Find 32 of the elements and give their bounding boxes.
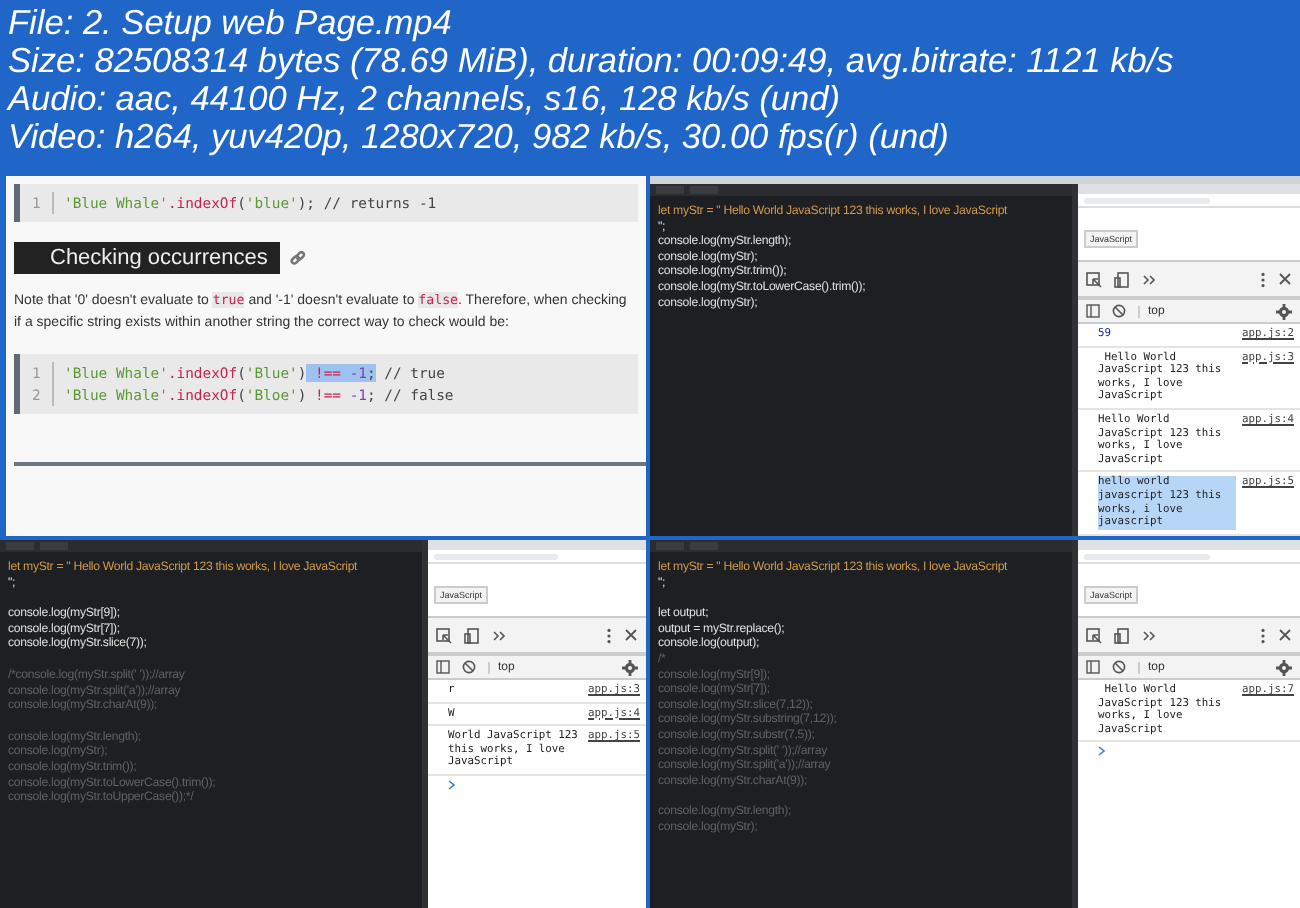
sidebar-icon[interactable] (1086, 660, 1100, 674)
chevrons-icon[interactable] (492, 627, 506, 643)
gear-icon[interactable] (622, 659, 638, 675)
info-line: File: 2. Setup web Page.mp4 (8, 4, 454, 42)
info-line: Audio: aac, 44100 Hz, 2 channels, s16, 128 kb/s (und) (8, 80, 842, 118)
close-icon[interactable] (624, 628, 638, 642)
device-icon[interactable] (1114, 271, 1130, 287)
gear-icon[interactable] (1276, 659, 1292, 675)
kebab-menu-icon[interactable] (1260, 271, 1266, 287)
chevrons-icon[interactable] (1142, 271, 1156, 287)
sidebar-icon[interactable] (1086, 304, 1100, 318)
close-icon[interactable] (1278, 272, 1292, 286)
inspect-icon[interactable] (1086, 627, 1102, 643)
prompt-icon[interactable] (448, 779, 456, 790)
block-icon[interactable] (462, 660, 476, 674)
kebab-menu-icon[interactable] (606, 627, 612, 643)
kebab-menu-icon[interactable] (1260, 627, 1266, 643)
section-heading: Checking occurrences (14, 242, 280, 274)
gear-icon[interactable] (1276, 303, 1292, 319)
block-icon[interactable] (1112, 304, 1126, 318)
device-icon[interactable] (464, 627, 480, 643)
inspect-icon[interactable] (1086, 271, 1102, 287)
chevrons-icon[interactable] (1142, 627, 1156, 643)
info-line: Size: 82508314 bytes (78.69 MiB), duration: 00:09:49, avg.bitrate: 1121 kb/s (8, 42, 1176, 80)
close-icon[interactable] (1278, 628, 1292, 642)
device-icon[interactable] (1114, 627, 1130, 643)
link-icon[interactable] (289, 250, 306, 266)
prompt-icon[interactable] (1098, 746, 1106, 757)
inspect-icon[interactable] (436, 627, 452, 643)
sidebar-icon[interactable] (436, 660, 450, 674)
block-icon[interactable] (1112, 660, 1126, 674)
info-line: Video: h264, yuv420p, 1280x720, 982 kb/s, 30.00 fps(r) (und) (8, 118, 951, 156)
